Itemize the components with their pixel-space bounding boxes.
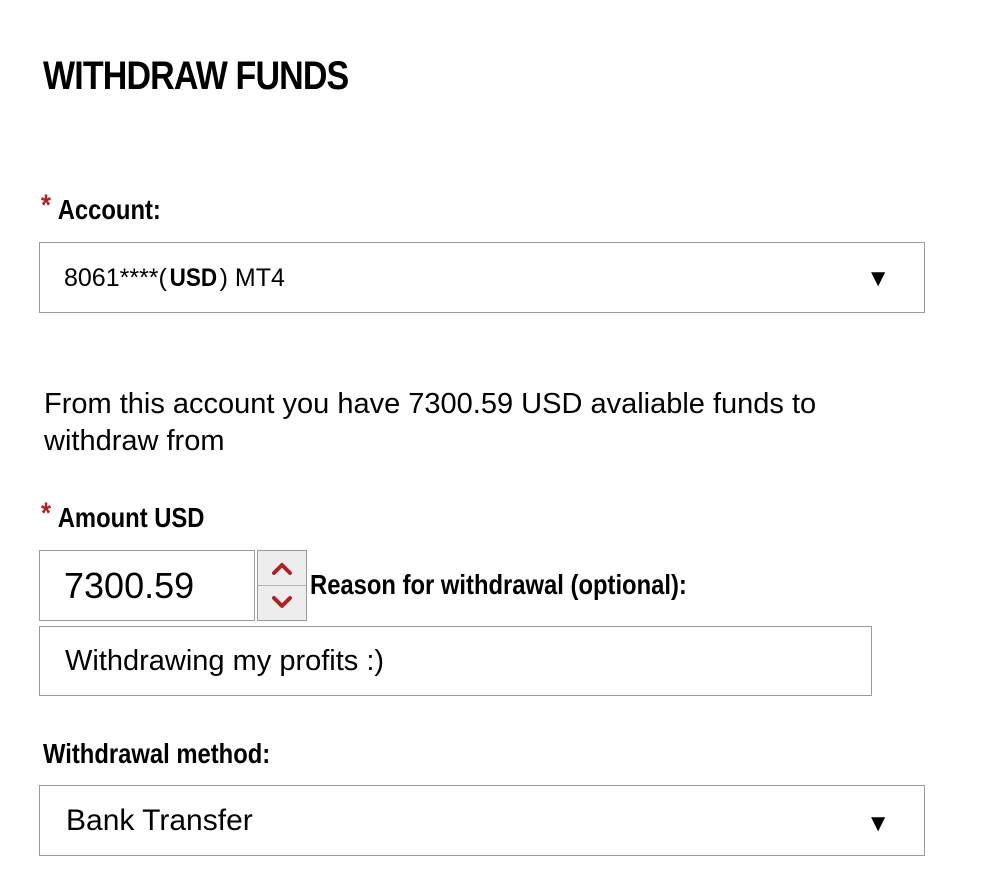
reason-label: Reason for withdrawal (optional): (310, 569, 687, 600)
stepper-up-button[interactable] (258, 551, 306, 586)
caret-down-icon: ▼ (866, 265, 890, 292)
account-number: 8061****( (64, 264, 167, 292)
chevron-up-icon (272, 563, 292, 575)
available-funds-text: From this account you have 7300.59 USD a… (44, 388, 817, 457)
amount-stepper[interactable] (257, 550, 307, 621)
caret-down-icon: ▼ (866, 810, 890, 837)
account-select[interactable]: 8061****(USD) MT4 ▼ (39, 242, 925, 313)
account-label-row: * Account: (41, 189, 161, 227)
account-select-value: 8061****(USD) MT4 (64, 263, 285, 293)
account-platform: ) MT4 (219, 264, 285, 292)
stepper-down-button[interactable] (258, 586, 306, 620)
amount-label: Amount USD (57, 502, 205, 533)
required-star: * (41, 189, 51, 222)
withdrawal-method-select[interactable]: Bank Transfer ▼ (39, 785, 925, 856)
withdrawal-method-value: Bank Transfer (66, 804, 253, 837)
withdrawal-method-label: Withdrawal method: (43, 738, 271, 769)
required-star: * (41, 497, 51, 530)
chevron-down-icon (272, 596, 292, 608)
reason-input[interactable] (39, 626, 872, 696)
amount-input[interactable] (39, 550, 255, 621)
account-label: Account: (57, 194, 161, 225)
account-currency: USD (169, 264, 218, 292)
amount-label-row: * Amount USD (41, 497, 205, 535)
page-title: WITHDRAW FUNDS (43, 54, 349, 98)
